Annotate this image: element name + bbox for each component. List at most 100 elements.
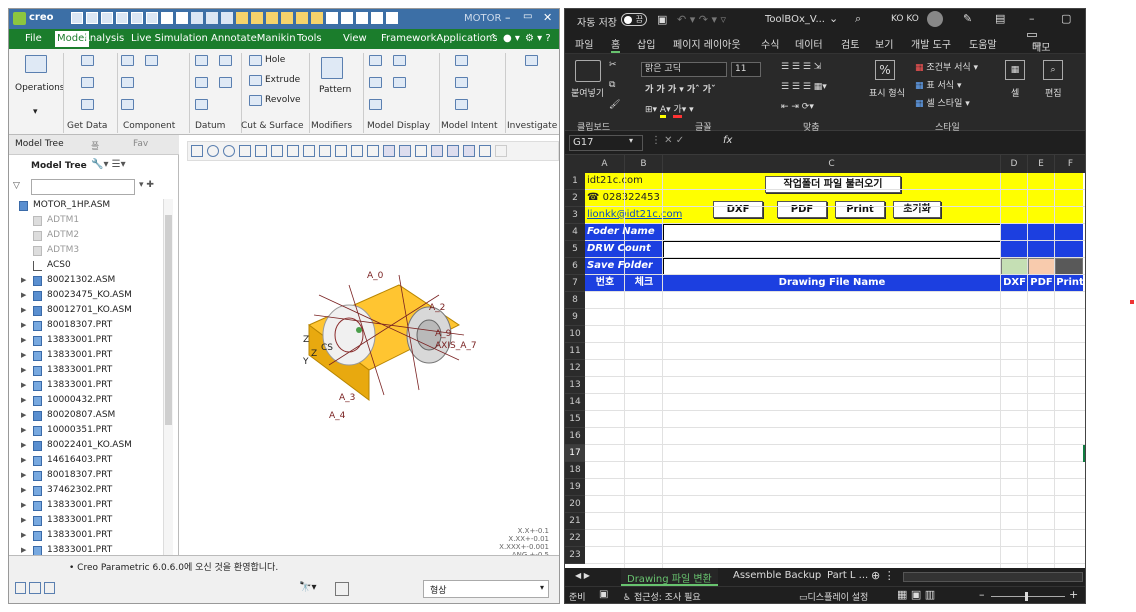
operations-dropdown-icon[interactable]: ▾ bbox=[33, 107, 38, 117]
component-icon[interactable] bbox=[121, 77, 134, 88]
settings-icon[interactable]: ● ▾ bbox=[503, 33, 520, 44]
folder-icon[interactable] bbox=[236, 12, 248, 24]
tree-item[interactable]: ▶ 13833001.PRT bbox=[9, 529, 159, 544]
expand-arrow-icon[interactable]: ▶ bbox=[21, 456, 26, 464]
qa-icon[interactable] bbox=[101, 12, 113, 24]
menu-view[interactable]: View bbox=[343, 33, 367, 44]
annotate-display-icon[interactable] bbox=[479, 145, 491, 157]
pdf-status-cell[interactable] bbox=[1028, 258, 1055, 275]
tree-search-controls[interactable]: ▾ ✚ bbox=[139, 180, 154, 190]
csys-display-icon[interactable] bbox=[431, 145, 443, 157]
formula-controls[interactable]: ⋮ ✕ ✓ bbox=[651, 135, 684, 146]
select-all[interactable] bbox=[565, 155, 585, 173]
column-header[interactable]: D bbox=[1001, 155, 1028, 173]
component-icon[interactable] bbox=[145, 55, 158, 66]
zoom-out-icon[interactable]: – bbox=[979, 588, 985, 601]
load-files-button[interactable]: 작업폴더 파일 불러오기 bbox=[765, 176, 901, 193]
zoom-slider-thumb[interactable] bbox=[1025, 592, 1028, 601]
filter-select[interactable]: 형상 ▾ bbox=[423, 580, 549, 598]
sketch-icon[interactable] bbox=[195, 99, 208, 110]
expand-arrow-icon[interactable]: ▶ bbox=[21, 336, 26, 344]
intent-icon[interactable] bbox=[455, 55, 468, 66]
cut-icon[interactable]: ✂ bbox=[609, 60, 617, 70]
hole-button[interactable]: Hole bbox=[265, 55, 285, 65]
menu-developer[interactable]: 개발 도구 bbox=[911, 36, 951, 51]
investigate-group[interactable]: Investigate bbox=[507, 121, 557, 131]
bold-italic-underline[interactable]: 가 가 가 ▾ 가ˆ 가ˇ bbox=[645, 82, 716, 95]
column-header[interactable]: E bbox=[1028, 155, 1055, 173]
orient-icon[interactable] bbox=[255, 145, 267, 157]
row-header[interactable]: 8 bbox=[565, 292, 585, 309]
qa-icon[interactable] bbox=[191, 12, 203, 24]
revolve-button[interactable]: Revolve bbox=[265, 95, 301, 105]
number-format-button[interactable]: 표시 형식 bbox=[869, 86, 905, 99]
expand-arrow-icon[interactable]: ▶ bbox=[21, 546, 26, 554]
extrude-icon[interactable] bbox=[249, 75, 262, 86]
expand-arrow-icon[interactable]: ▶ bbox=[21, 396, 26, 404]
undo-icon[interactable]: ↶ ▾ ↷ ▾ ▿ bbox=[677, 13, 726, 26]
motor-model-3d[interactable] bbox=[289, 255, 489, 425]
column-header[interactable]: A bbox=[585, 155, 625, 173]
row-header[interactable]: 20 bbox=[565, 496, 585, 513]
menu-data[interactable]: 데이터 bbox=[795, 36, 823, 51]
menu-live-simulation[interactable]: Live Simulation bbox=[131, 33, 208, 44]
row-header[interactable]: 15 bbox=[565, 411, 585, 428]
expand-arrow-icon[interactable]: ▶ bbox=[21, 426, 26, 434]
model-intent-group[interactable]: Model Intent bbox=[441, 121, 498, 131]
formula-input[interactable] bbox=[743, 135, 1085, 151]
section-icon[interactable] bbox=[319, 145, 331, 157]
window-icon[interactable] bbox=[341, 12, 353, 24]
plane-display-icon[interactable] bbox=[383, 145, 395, 157]
accessibility-status[interactable]: ♿ 접근성: 조사 필요 bbox=[623, 590, 701, 603]
paste-icon[interactable] bbox=[575, 60, 601, 82]
select-box-icon[interactable] bbox=[335, 582, 349, 596]
cells-icon[interactable]: ▦ bbox=[1005, 60, 1025, 80]
align-top-icon[interactable]: ☰ ☰ ☰ ⇲ bbox=[781, 62, 821, 72]
tree-item[interactable]: ▶ 13833001.PRT bbox=[9, 364, 159, 379]
save-icon[interactable] bbox=[176, 12, 188, 24]
expand-arrow-icon[interactable]: ▶ bbox=[21, 411, 26, 419]
display-icon[interactable] bbox=[393, 77, 406, 88]
minimize-icon[interactable]: – bbox=[505, 11, 511, 24]
qa-icon[interactable] bbox=[86, 12, 98, 24]
print-status-cell[interactable] bbox=[1055, 258, 1083, 275]
qa-icon[interactable] bbox=[71, 12, 83, 24]
row-header[interactable]: 4 bbox=[565, 224, 585, 241]
folder-icon[interactable] bbox=[266, 12, 278, 24]
zoom-in-icon[interactable]: + bbox=[1069, 588, 1078, 601]
tab-folder[interactable]: 폴 bbox=[91, 139, 99, 152]
menu-framework[interactable]: FrameworkApplications bbox=[381, 33, 497, 44]
menu-annotate[interactable]: AnnotateManikin bbox=[211, 33, 296, 44]
row-header[interactable]: 17 bbox=[565, 445, 585, 462]
expand-arrow-icon[interactable]: ▶ bbox=[21, 441, 26, 449]
row-header[interactable]: 1 bbox=[565, 173, 585, 190]
layout-icon[interactable] bbox=[15, 582, 27, 594]
folder-icon[interactable] bbox=[251, 12, 263, 24]
horizontal-scrollbar[interactable] bbox=[903, 572, 1083, 582]
zoom-out-icon[interactable] bbox=[223, 145, 235, 157]
font-name-select[interactable]: 맑은 고딕 bbox=[641, 62, 727, 77]
chevron-down-icon[interactable]: ⌄ bbox=[829, 12, 838, 25]
expand-arrow-icon[interactable]: ▶ bbox=[21, 381, 26, 389]
close-icon[interactable]: ✕ bbox=[543, 11, 552, 24]
extrude-button[interactable]: Extrude bbox=[265, 75, 300, 85]
get-data-group[interactable]: Get Data bbox=[67, 121, 107, 131]
tree-item[interactable]: ▶ 13833001.PRT bbox=[9, 349, 159, 364]
row-header[interactable]: 13 bbox=[565, 377, 585, 394]
maximize-icon[interactable]: ▭ bbox=[523, 11, 532, 22]
tree-item[interactable]: ▶ 80023475_KO.ASM bbox=[9, 289, 159, 304]
menu-file[interactable]: File bbox=[25, 33, 42, 44]
menu-analysis[interactable]: Analysis bbox=[83, 33, 124, 44]
find-icon[interactable]: 🔭▾ bbox=[299, 582, 316, 593]
tree-item[interactable]: ▶ 13833001.PRT bbox=[9, 379, 159, 394]
row-header[interactable]: 19 bbox=[565, 479, 585, 496]
reset-button[interactable]: 초기화 bbox=[893, 201, 941, 218]
component-group[interactable]: Component bbox=[123, 121, 175, 131]
add-sheet-icon[interactable]: ⊕ ⋮ bbox=[871, 569, 895, 582]
indent-icon[interactable]: ⇤ ⇥ ⟳▾ bbox=[781, 102, 814, 112]
qa-icon[interactable] bbox=[116, 12, 128, 24]
expand-arrow-icon[interactable]: ▶ bbox=[21, 531, 26, 539]
display-icon[interactable] bbox=[369, 55, 382, 66]
expand-arrow-icon[interactable]: ▶ bbox=[21, 486, 26, 494]
cut-surface-group[interactable]: Cut & Surface bbox=[241, 121, 304, 131]
